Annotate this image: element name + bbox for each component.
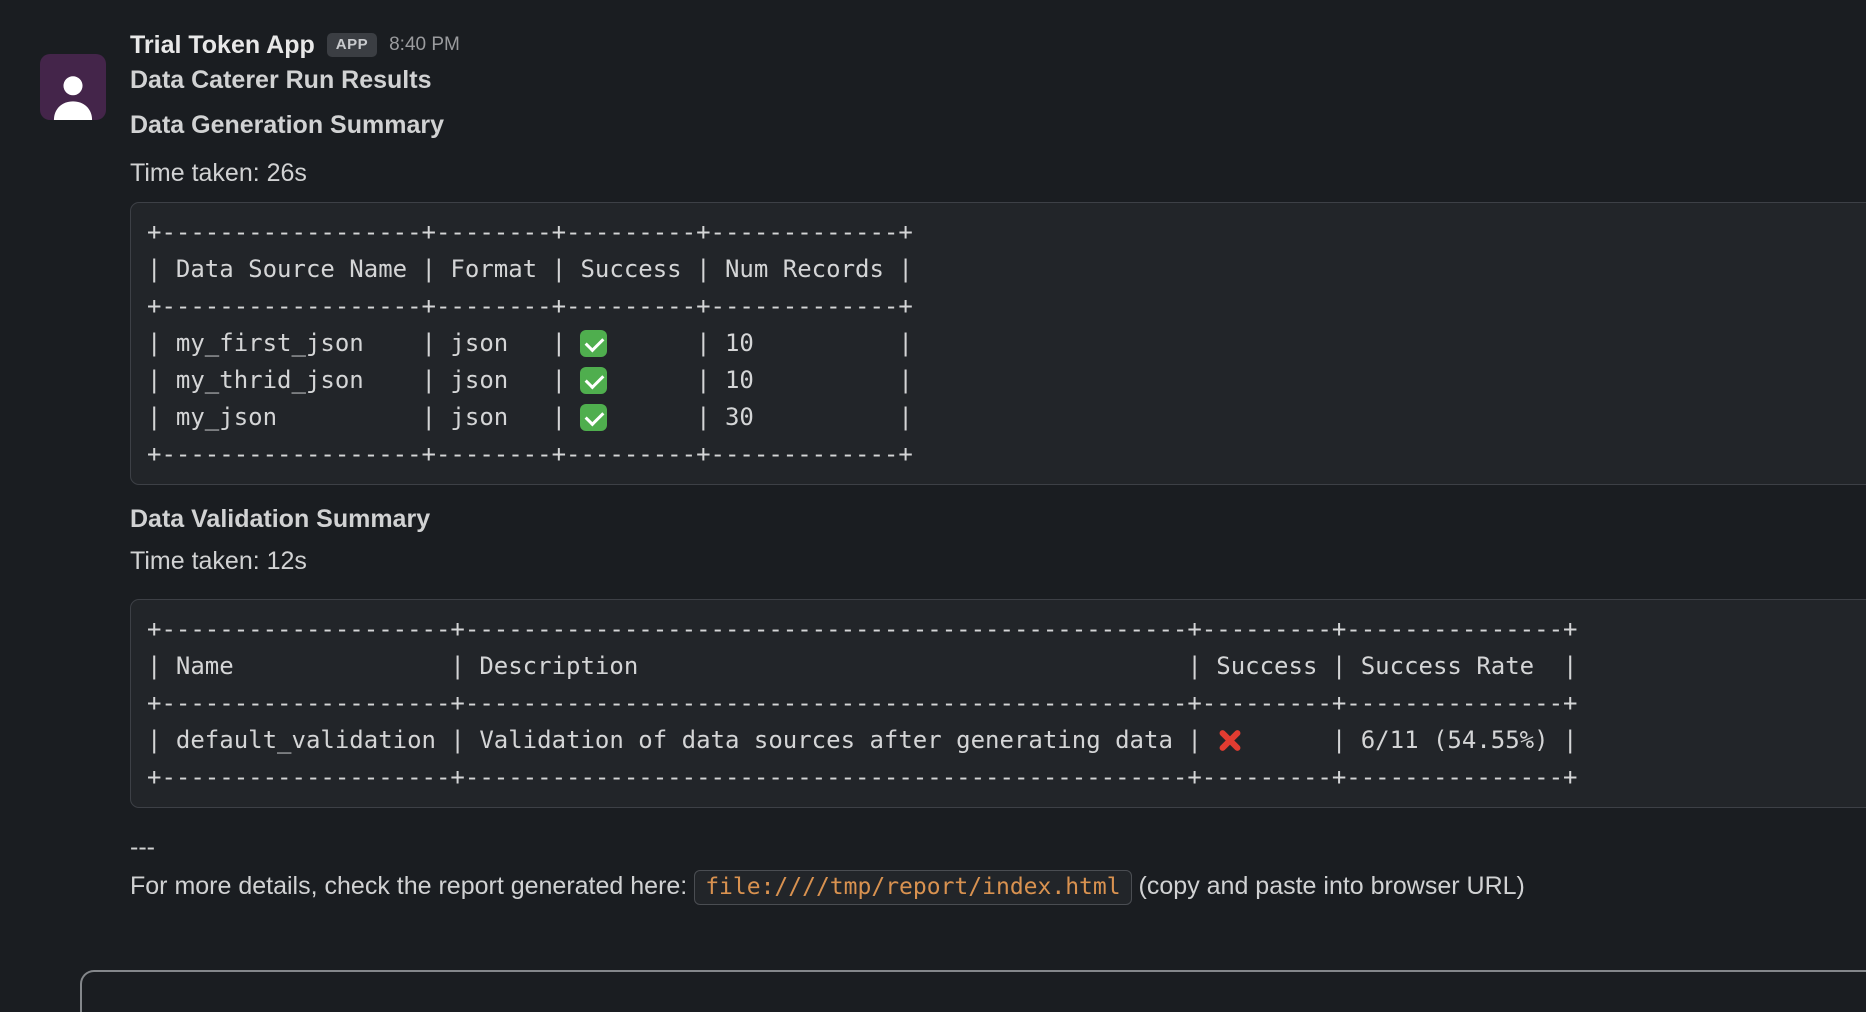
message-input-box[interactable] xyxy=(80,970,1866,1012)
code-text: | 10 | xyxy=(609,329,912,357)
validation-summary-heading: Data Validation Summary xyxy=(130,501,1866,538)
message-title: Data Caterer Run Results xyxy=(130,62,1866,99)
code-text: +------------------+--------+---------+-… xyxy=(147,292,913,320)
code-line: +------------------+--------+---------+-… xyxy=(147,436,1866,473)
footer-line: For more details, check the report gener… xyxy=(130,868,1866,906)
success-check-emoji xyxy=(580,362,609,399)
success-check-emoji xyxy=(580,325,609,362)
generation-summary-heading: Data Generation Summary xyxy=(130,107,1866,144)
generation-results-code-block: +------------------+--------+---------+-… xyxy=(130,202,1866,485)
code-line: | my_thrid_json | json | | 10 | xyxy=(147,362,1866,399)
code-line: | default_validation | Validation of dat… xyxy=(147,722,1866,759)
code-line: | my_json | json | | 30 | xyxy=(147,399,1866,436)
code-line: | my_first_json | json | | 10 | xyxy=(147,325,1866,362)
code-line: +--------------------+------------------… xyxy=(147,759,1866,796)
code-line: +--------------------+------------------… xyxy=(147,611,1866,648)
success-check-emoji xyxy=(580,399,609,436)
code-text: | 30 | xyxy=(609,403,912,431)
code-line: | Name | Description | Success | Success… xyxy=(147,648,1866,685)
code-text: +------------------+--------+---------+-… xyxy=(147,218,913,246)
code-line: +------------------+--------+---------+-… xyxy=(147,214,1866,251)
message-timestamp[interactable]: 8:40 PM xyxy=(389,34,460,56)
divider-text: --- xyxy=(130,829,1866,866)
person-icon xyxy=(47,68,99,120)
code-text: | 6/11 (54.55%) | xyxy=(1245,726,1577,754)
message-header: Trial Token App APP 8:40 PM xyxy=(130,28,1866,62)
slack-message: Trial Token App APP 8:40 PM Data Caterer… xyxy=(0,28,1866,906)
code-text: +--------------------+------------------… xyxy=(147,763,1577,791)
app-badge: APP xyxy=(327,33,377,57)
code-text: | my_json | json | xyxy=(147,403,580,431)
code-text: | Name | Description | Success | Success… xyxy=(147,652,1577,680)
failure-cross-emoji xyxy=(1216,722,1245,759)
code-text: | 10 | xyxy=(609,366,912,394)
code-line: +--------------------+------------------… xyxy=(147,685,1866,722)
report-path-inline-code[interactable]: file:////tmp/report/index.html xyxy=(694,870,1131,905)
generation-time-taken: Time taken: 26s xyxy=(130,155,1866,192)
code-text: | my_first_json | json | xyxy=(147,329,580,357)
sender-name[interactable]: Trial Token App xyxy=(130,28,315,62)
code-text: | Data Source Name | Format | Success | … xyxy=(147,255,913,283)
validation-time-taken: Time taken: 12s xyxy=(130,543,1866,580)
code-text: | my_thrid_json | json | xyxy=(147,366,580,394)
code-text: +------------------+--------+---------+-… xyxy=(147,440,913,468)
code-line: | Data Source Name | Format | Success | … xyxy=(147,251,1866,288)
app-avatar[interactable] xyxy=(40,54,106,120)
code-text: | default_validation | Validation of dat… xyxy=(147,726,1216,754)
footer-prefix: For more details, check the report gener… xyxy=(130,872,694,900)
code-text: +--------------------+------------------… xyxy=(147,689,1577,717)
validation-results-code-block: +--------------------+------------------… xyxy=(130,599,1866,808)
code-text: +--------------------+------------------… xyxy=(147,615,1577,643)
code-line: +------------------+--------+---------+-… xyxy=(147,288,1866,325)
footer-suffix: (copy and paste into browser URL) xyxy=(1132,872,1525,900)
